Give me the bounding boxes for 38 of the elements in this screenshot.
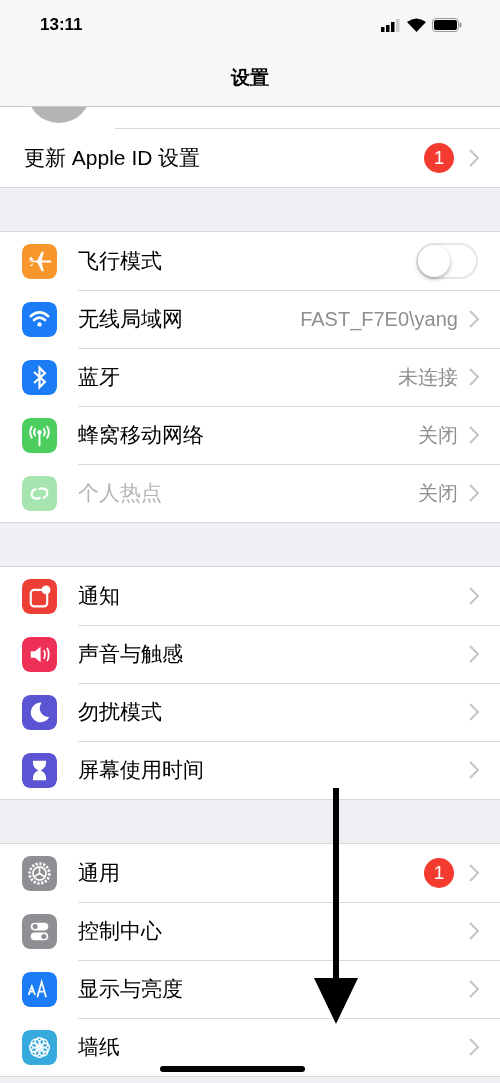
setting-label[interactable]: 墙纸 (78, 1033, 468, 1061)
setting-label[interactable]: 屏幕使用时间 (78, 756, 468, 784)
setting-value: FAST_F7E0\yang (300, 307, 458, 331)
setting-label[interactable]: 无线局域网 (78, 305, 301, 333)
setting-label[interactable]: 控制中心 (78, 917, 468, 945)
chevron-icon (468, 645, 480, 663)
notification-badge: 1 (424, 143, 454, 173)
chevron-icon (468, 761, 480, 779)
setting-label[interactable]: 勿扰模式 (78, 698, 468, 726)
setting-label[interactable]: 通知 (78, 582, 468, 610)
setting-label[interactable]: 蜂窝移动网络 (78, 421, 418, 449)
chevron-icon (468, 1038, 480, 1056)
chevron-icon (468, 864, 480, 882)
setting-label[interactable]: 通用 (78, 859, 424, 887)
nav-title: 设置 (231, 66, 269, 90)
setting-value: 关闭 (418, 422, 458, 448)
chevron-icon (468, 484, 480, 502)
toggle-switch[interactable] (416, 243, 478, 279)
setting-label[interactable]: 飞行模式 (78, 247, 416, 275)
notification-badge: 1 (424, 858, 454, 888)
chevron-icon (468, 922, 480, 940)
battery-icon (432, 18, 462, 32)
setting-label[interactable]: 显示与亮度 (78, 975, 468, 1003)
chevron-icon (468, 368, 480, 386)
chevron-icon (468, 426, 480, 444)
chevron-icon (468, 149, 480, 167)
setting-label[interactable]: 声音与触感 (78, 640, 468, 668)
setting-value: 关闭 (418, 480, 458, 506)
wifi-icon (407, 18, 426, 32)
chevron-icon (468, 310, 480, 328)
setting-label[interactable]: 蓝牙 (78, 363, 398, 391)
chevron-icon (468, 980, 480, 998)
status-time: 13:11 (40, 15, 83, 35)
setting-value: 未连接 (398, 364, 458, 390)
chevron-icon (468, 587, 480, 605)
setting-label[interactable]: 更新 Apple ID 设置 (22, 144, 424, 172)
chevron-icon (468, 703, 480, 721)
signal-icon (381, 18, 401, 32)
